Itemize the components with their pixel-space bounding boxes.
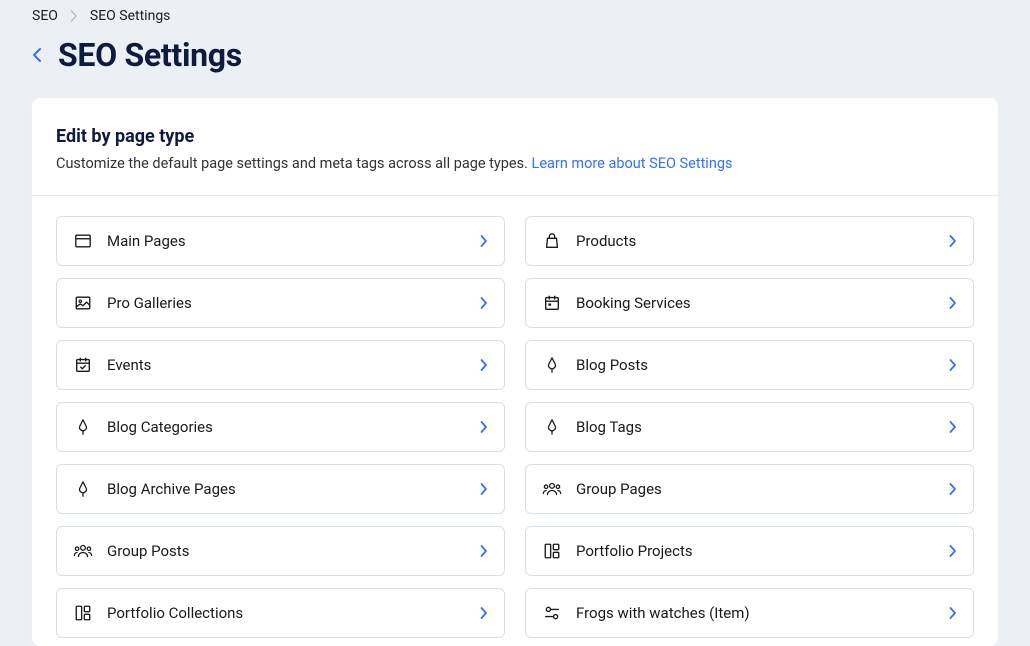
page-type-item-blog-tags[interactable]: Blog Tags [525,402,974,452]
page-types-card: Edit by page type Customize the default … [32,98,998,646]
page-type-item-group-pages[interactable]: Group Pages [525,464,974,514]
chevron-right-icon [480,545,488,557]
page-type-label: Blog Posts [576,356,949,374]
page-type-item-events[interactable]: Events [56,340,505,390]
page-type-grid: Main Pages Products Pro Galleries Booking S… [56,216,974,638]
breadcrumb-root[interactable]: SEO [32,8,58,24]
page-type-item-blog-posts[interactable]: Blog Posts [525,340,974,390]
page-type-item-products[interactable]: Products [525,216,974,266]
page-type-label: Portfolio Collections [107,604,480,622]
page-type-label: Events [107,356,480,374]
breadcrumb-current[interactable]: SEO Settings [90,8,171,24]
pen-icon [542,417,562,437]
page-type-label: Portfolio Projects [576,542,949,560]
page-type-item-main-pages[interactable]: Main Pages [56,216,505,266]
page-type-item-blog-categories[interactable]: Blog Categories [56,402,505,452]
pen-icon [542,355,562,375]
page-type-label: Group Pages [576,480,949,498]
filter-icon [542,603,562,623]
learn-more-link[interactable]: Learn more about SEO Settings [532,155,733,172]
bag-icon [542,231,562,251]
chevron-right-icon [70,10,78,22]
chevron-right-icon [480,359,488,371]
browser-icon [73,231,93,251]
chevron-right-icon [949,483,957,495]
back-icon[interactable] [32,47,42,63]
group-icon [73,541,93,561]
page-type-label: Blog Tags [576,418,949,436]
chevron-right-icon [949,607,957,619]
card-title: Edit by page type [56,126,974,147]
page-type-item-group-posts[interactable]: Group Posts [56,526,505,576]
page-type-label: Group Posts [107,542,480,560]
divider [32,195,998,196]
portfolio-icon [73,603,93,623]
calendar-icon [542,293,562,313]
group-icon [542,479,562,499]
page-type-label: Booking Services [576,294,949,312]
breadcrumb: SEO SEO Settings [16,0,1014,28]
gallery-icon [73,293,93,313]
chevron-right-icon [480,607,488,619]
page-type-label: Main Pages [107,232,480,250]
page-type-label: Products [576,232,949,250]
chevron-right-icon [949,235,957,247]
page-type-item-pro-galleries[interactable]: Pro Galleries [56,278,505,328]
chevron-right-icon [480,421,488,433]
page-type-item-blog-archive-pages[interactable]: Blog Archive Pages [56,464,505,514]
chevron-right-icon [949,421,957,433]
chevron-right-icon [949,359,957,371]
card-description: Customize the default page settings and … [56,153,974,175]
page-title: SEO Settings [58,36,242,74]
chevron-right-icon [949,545,957,557]
page-type-item-booking-services[interactable]: Booking Services [525,278,974,328]
page-type-label: Pro Galleries [107,294,480,312]
page-type-label: Blog Categories [107,418,480,436]
chevron-right-icon [480,483,488,495]
event-icon [73,355,93,375]
chevron-right-icon [480,235,488,247]
portfolio-icon [542,541,562,561]
chevron-right-icon [480,297,488,309]
page-type-label: Blog Archive Pages [107,480,480,498]
page-type-label: Frogs with watches (Item) [576,604,949,622]
pen-icon [73,479,93,499]
chevron-right-icon [949,297,957,309]
page-type-item-frogs-with-watches-item[interactable]: Frogs with watches (Item) [525,588,974,638]
page-type-item-portfolio-projects[interactable]: Portfolio Projects [525,526,974,576]
page-type-item-portfolio-collections[interactable]: Portfolio Collections [56,588,505,638]
pen-icon [73,417,93,437]
